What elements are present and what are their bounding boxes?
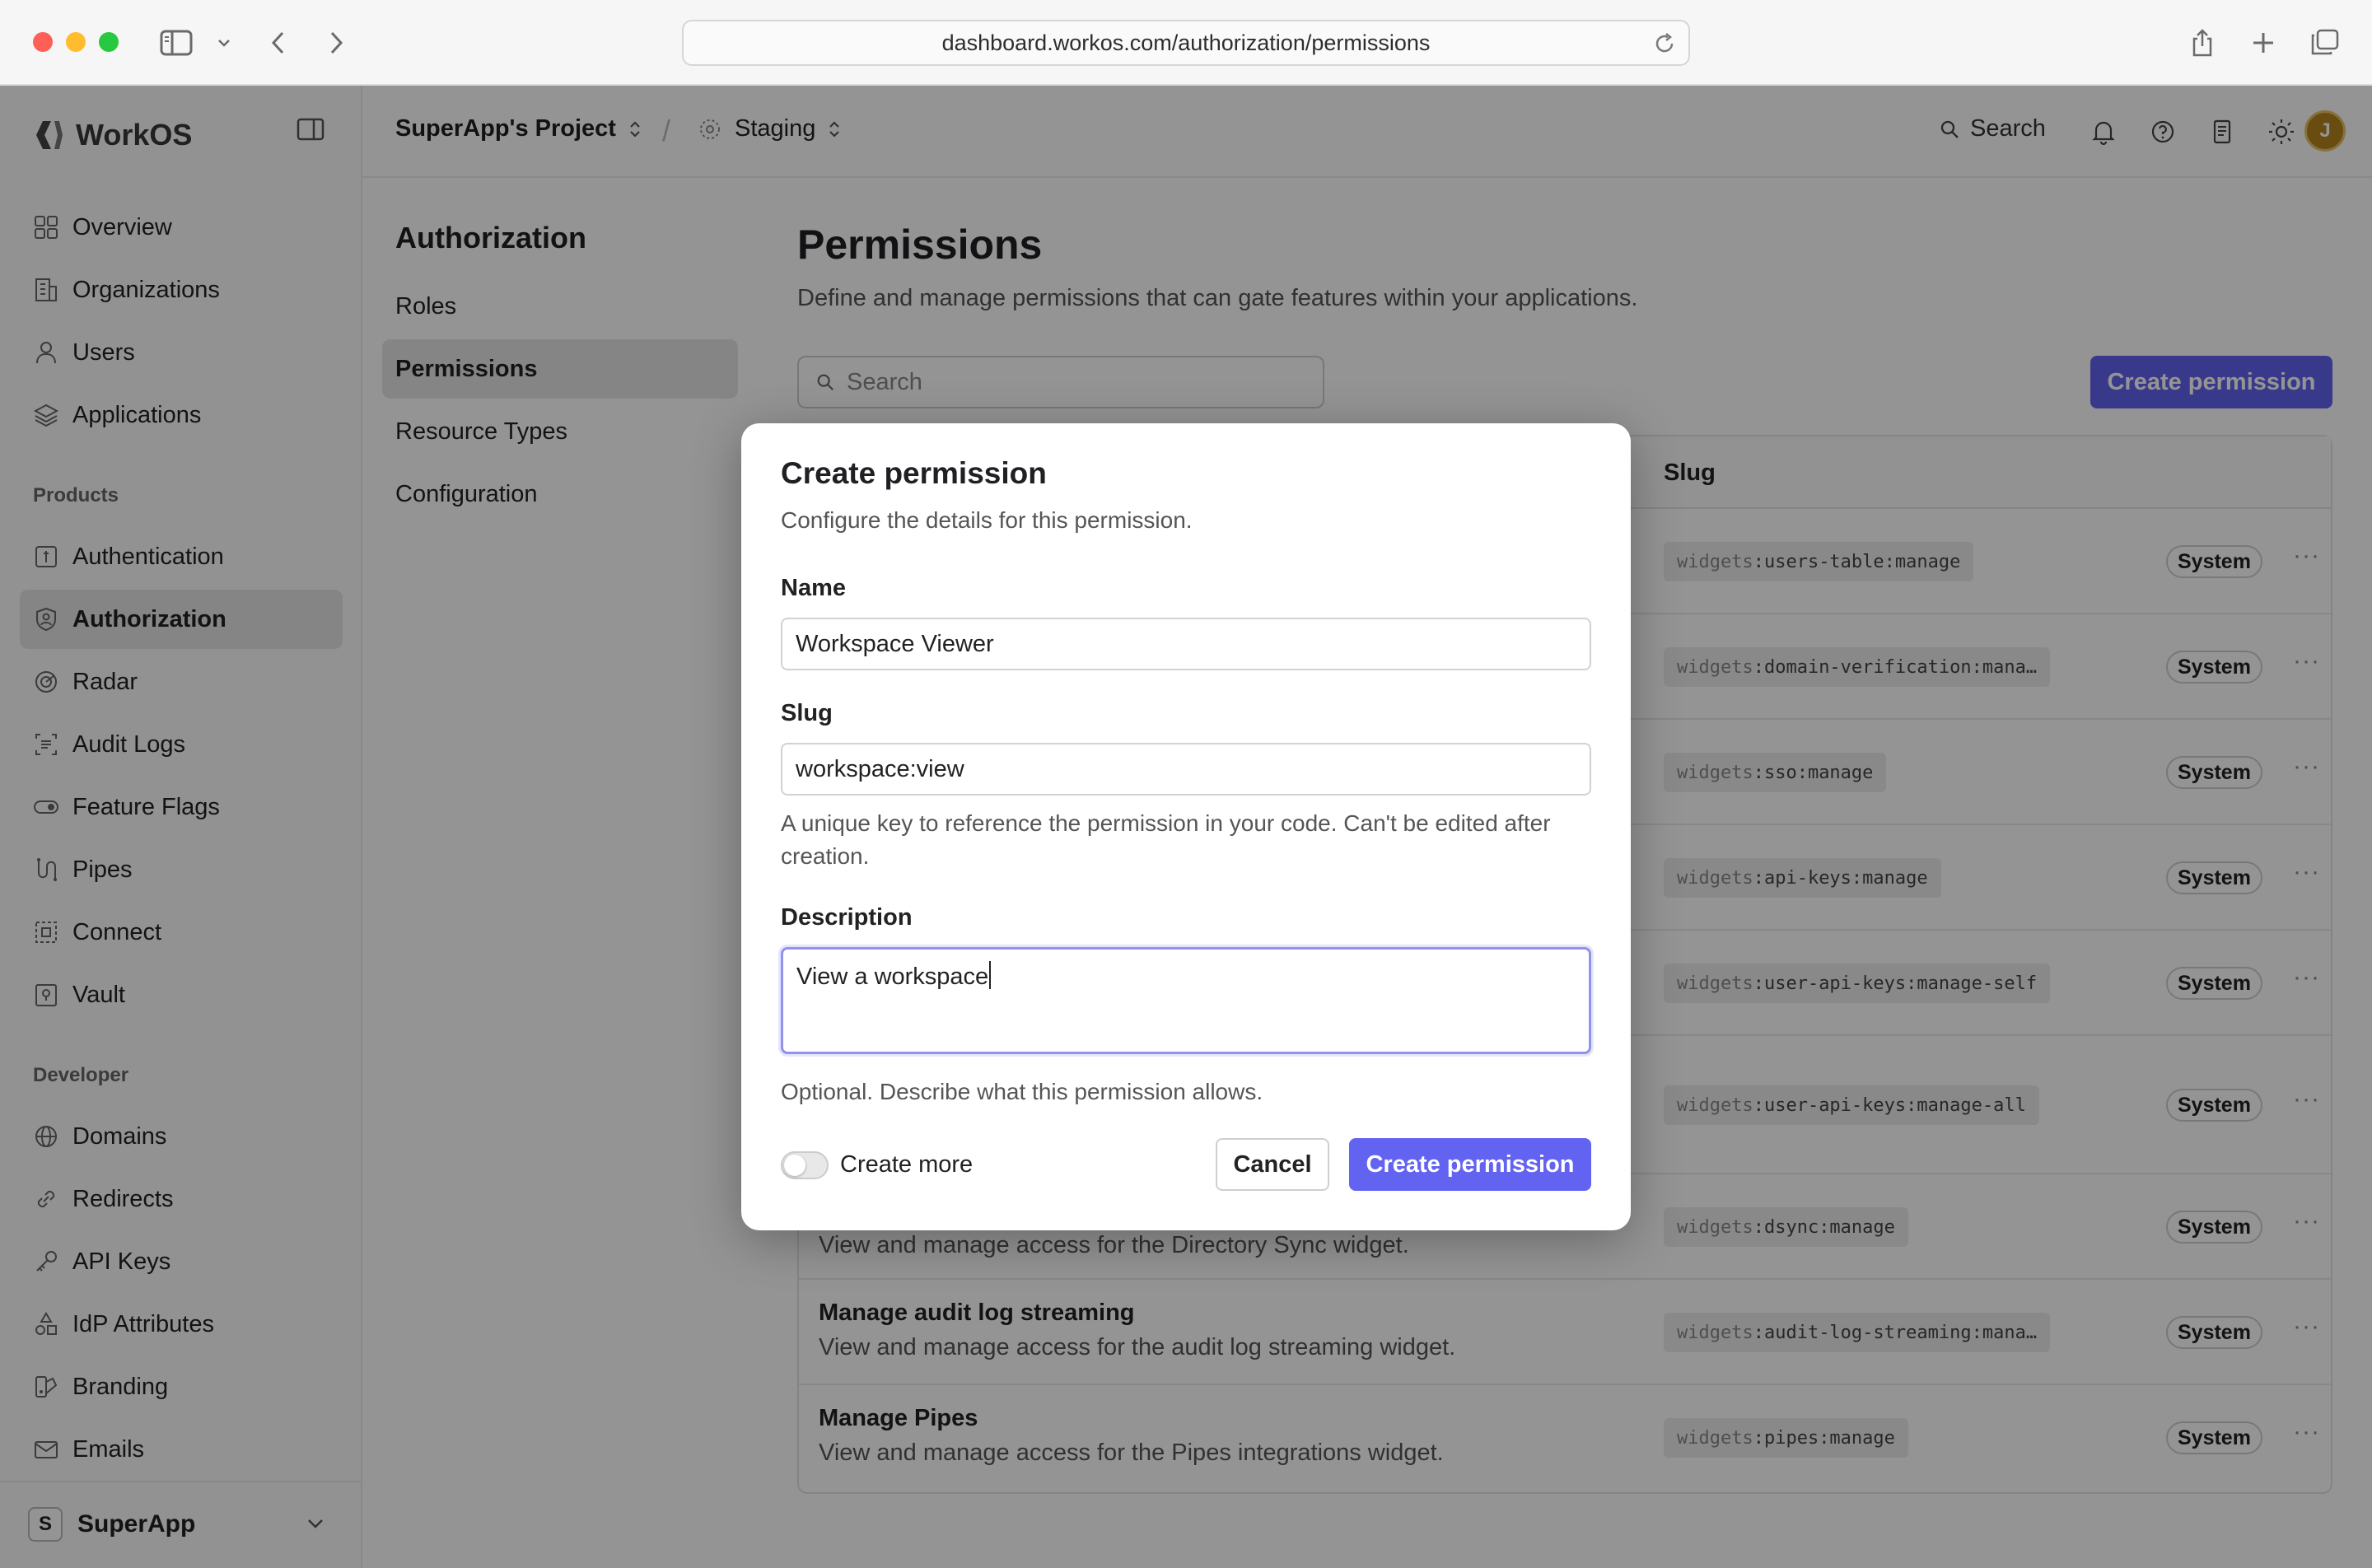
cancel-button[interactable]: Cancel bbox=[1216, 1138, 1329, 1191]
browser-toolbar: dashboard.workos.com/authorization/permi… bbox=[0, 0, 2372, 86]
create-more-toggle[interactable] bbox=[781, 1151, 829, 1179]
slug-label: Slug bbox=[781, 700, 833, 726]
slug-help-text: A unique key to reference the permission… bbox=[781, 810, 1551, 869]
description-field[interactable]: View a workspace bbox=[781, 947, 1591, 1054]
create-permission-dialog: Create permission Configure the details … bbox=[741, 423, 1631, 1230]
close-window-button[interactable] bbox=[33, 32, 53, 52]
dialog-title: Create permission bbox=[781, 456, 1047, 490]
description-label: Description bbox=[781, 904, 913, 931]
chevron-down-icon[interactable] bbox=[206, 25, 242, 61]
description-value: View a workspace bbox=[796, 964, 989, 990]
description-help-text: Optional. Describe what this permission … bbox=[781, 1079, 1263, 1104]
toggle-knob bbox=[784, 1155, 805, 1176]
create-more-label: Create more bbox=[840, 1151, 974, 1178]
reload-icon[interactable] bbox=[1652, 31, 1677, 62]
address-bar[interactable]: dashboard.workos.com/authorization/permi… bbox=[682, 20, 1690, 66]
submit-create-permission-button[interactable]: Create permission bbox=[1349, 1138, 1591, 1191]
sidebar-toggle-icon[interactable] bbox=[158, 25, 194, 61]
text-caret bbox=[989, 961, 992, 989]
back-icon[interactable] bbox=[260, 25, 296, 61]
url-text: dashboard.workos.com/authorization/permi… bbox=[941, 30, 1431, 55]
forward-icon[interactable] bbox=[318, 25, 354, 61]
dialog-subtitle: Configure the details for this permissio… bbox=[781, 507, 1193, 533]
name-field[interactable]: Workspace Viewer bbox=[781, 618, 1591, 670]
zoom-window-button[interactable] bbox=[99, 32, 119, 52]
share-icon[interactable] bbox=[2184, 25, 2220, 61]
name-label: Name bbox=[781, 575, 846, 601]
tabs-overview-icon[interactable] bbox=[2306, 25, 2342, 61]
slug-field[interactable]: workspace:view bbox=[781, 743, 1591, 796]
minimize-window-button[interactable] bbox=[66, 32, 86, 52]
new-tab-icon[interactable] bbox=[2245, 25, 2281, 61]
